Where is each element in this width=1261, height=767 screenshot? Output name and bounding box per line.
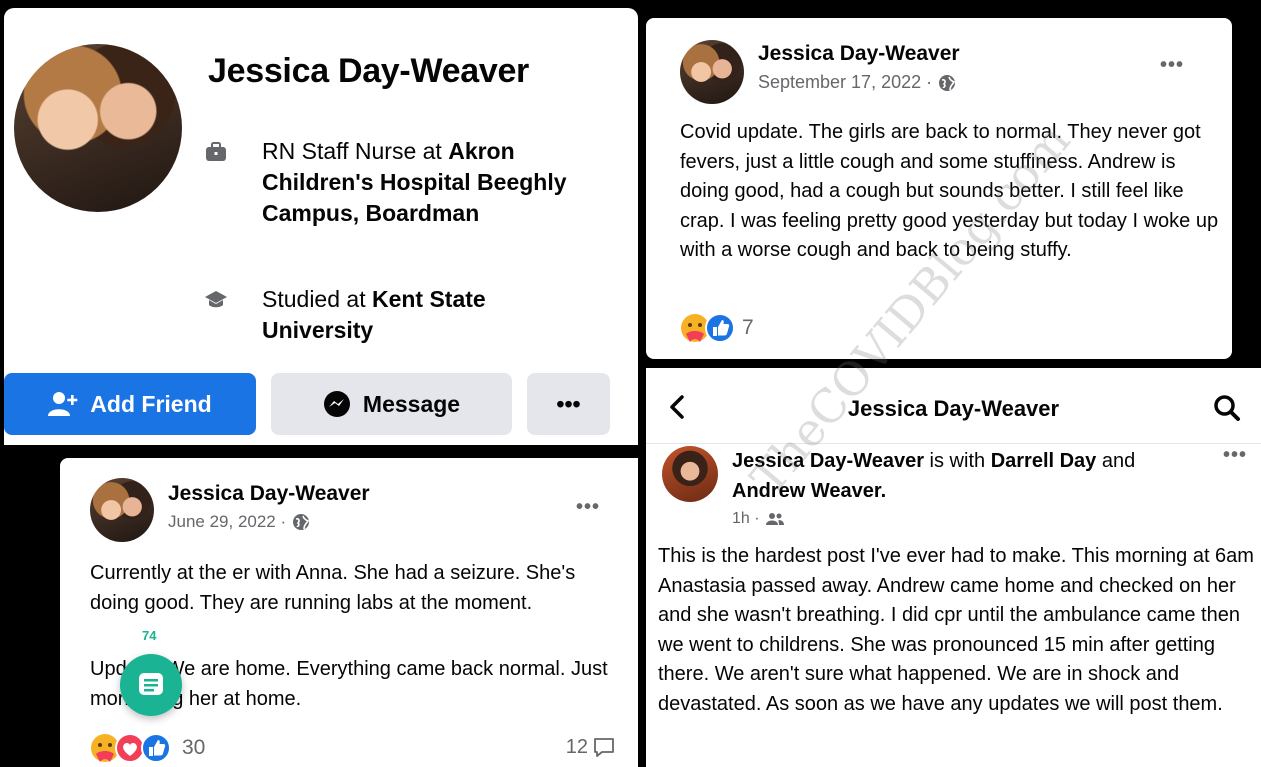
post-er-visit: Jessica Day-Weaver June 29, 2022 · ••• C…	[60, 458, 638, 767]
reactions-summary[interactable]: 30	[90, 732, 205, 764]
briefcase-icon	[206, 142, 226, 161]
author-name[interactable]: Jessica Day-Weaver	[732, 450, 924, 472]
post-text: Currently at the er with Anna. She had a…	[90, 562, 576, 614]
love-reaction-icon	[115, 733, 145, 763]
graduation-cap-icon	[205, 291, 227, 308]
search-icon[interactable]	[1213, 394, 1241, 422]
add-person-icon	[48, 391, 78, 417]
author-name[interactable]: Jessica Day-Weaver	[168, 482, 370, 506]
message-button[interactable]: Message	[271, 373, 512, 435]
comment-count[interactable]: 12	[566, 735, 616, 759]
author-name[interactable]: Jessica Day-Weaver	[758, 42, 960, 66]
chat-fab-button[interactable]	[120, 654, 182, 716]
mobile-header: Jessica Day-Weaver	[646, 368, 1261, 444]
work-info: RN Staff Nurse at Akron Children's Hospi…	[204, 136, 592, 229]
tagged-person-1[interactable]: Darrell Day	[991, 450, 1097, 472]
post-text: Covid update. The girls are back to norm…	[680, 121, 1219, 261]
profile-name: Jessica Day-Weaver	[208, 52, 529, 90]
like-reaction-icon	[141, 733, 171, 763]
fab-count: 74	[142, 628, 157, 643]
post-covid-update: Jessica Day-Weaver September 17, 2022 · …	[646, 18, 1232, 359]
profile-avatar[interactable]	[14, 44, 182, 212]
like-reaction-icon	[705, 313, 735, 343]
post-time[interactable]: 1h ·	[732, 510, 760, 528]
reaction-count: 7	[742, 316, 754, 339]
add-friend-button[interactable]: Add Friend	[4, 373, 256, 435]
edu-prefix: Studied at	[262, 286, 372, 312]
care-reaction-icon	[91, 734, 119, 762]
reactions-summary[interactable]: 7	[680, 312, 754, 344]
author-avatar[interactable]	[662, 446, 718, 502]
more-options-button[interactable]: •••	[527, 373, 610, 435]
comment-icon	[594, 738, 614, 757]
messenger-icon	[323, 390, 351, 418]
globe-icon	[939, 74, 956, 91]
header-title: Jessica Day-Weaver	[847, 396, 1060, 421]
post-options-icon[interactable]: •••	[1223, 444, 1247, 467]
profile-card: Jessica Day-Weaver RN Staff Nurse at Akr…	[4, 8, 638, 445]
tagged-person-2[interactable]: Andrew Weaver.	[732, 480, 886, 502]
author-avatar[interactable]	[90, 478, 154, 542]
friends-icon	[765, 513, 784, 525]
care-reaction-icon	[681, 314, 709, 342]
globe-icon	[293, 514, 310, 530]
author-avatar[interactable]	[680, 40, 744, 104]
post-passing: Jessica Day-Weaver Jessica Day-Weaver is…	[646, 368, 1261, 767]
post-date[interactable]: September 17, 2022 ·	[758, 72, 932, 93]
education-info: Studied at Kent State University	[204, 284, 592, 346]
reaction-count: 30	[182, 736, 206, 759]
chat-list-icon	[139, 673, 163, 695]
post-options-icon[interactable]: •••	[1160, 54, 1184, 77]
post-options-icon[interactable]: •••	[576, 496, 600, 519]
post-text: This is the hardest post I've ever had t…	[658, 545, 1254, 715]
post-date[interactable]: June 29, 2022 ·	[168, 512, 286, 532]
work-prefix: RN Staff Nurse at	[262, 138, 449, 164]
